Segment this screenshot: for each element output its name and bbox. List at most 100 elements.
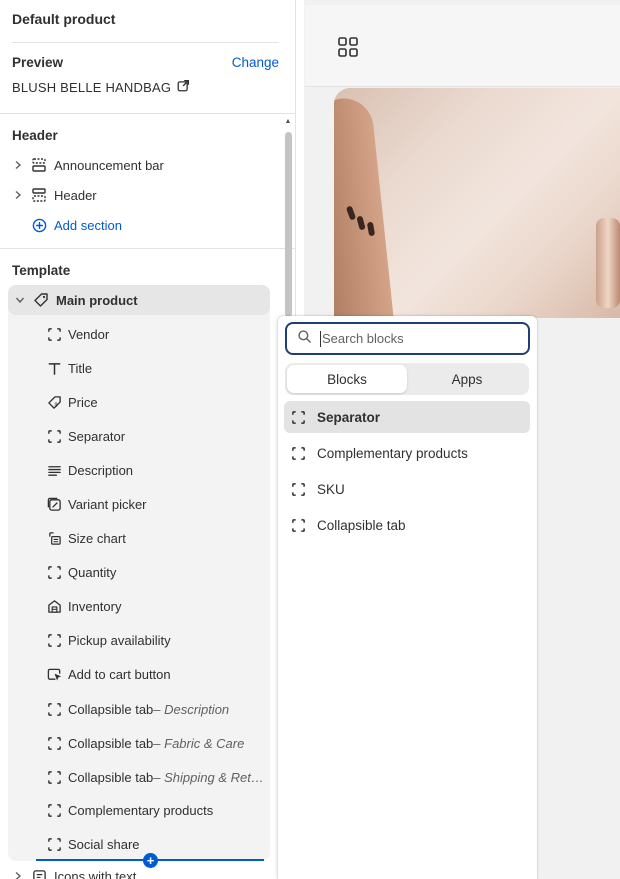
dashed-square-icon xyxy=(46,802,62,818)
product-tag-icon xyxy=(32,291,50,309)
block-label: Separator xyxy=(68,428,126,444)
text-block-icon xyxy=(30,867,48,879)
grid-menu-icon[interactable] xyxy=(337,36,359,63)
block-quantity[interactable]: Quantity xyxy=(46,558,116,586)
section-layout-icon xyxy=(30,156,48,174)
block-vendor[interactable]: Vendor xyxy=(46,320,109,348)
block-size-chart[interactable]: Size chart xyxy=(46,524,126,552)
block-option-complementary-products[interactable]: Complementary products xyxy=(284,437,530,469)
block-label: Complementary products xyxy=(68,802,214,818)
block-description[interactable]: Description xyxy=(46,456,133,484)
inventory-icon xyxy=(46,598,62,614)
text-caret xyxy=(320,330,321,347)
dashed-square-icon xyxy=(290,409,306,425)
header-group-title: Header xyxy=(12,128,58,143)
block-collapsible-tab-shipping[interactable]: Collapsible tab – Shipping & Ret… xyxy=(46,763,264,791)
block-label-suffix: – Description xyxy=(153,701,230,717)
block-add-to-cart[interactable]: Add to cart button xyxy=(46,660,171,688)
section-icons-with-text[interactable]: Icons with text xyxy=(10,862,136,879)
theme-editor-sidebar: Default product Preview Change BLUSH BEL… xyxy=(0,0,296,879)
block-complementary-products[interactable]: Complementary products xyxy=(46,796,213,824)
divider xyxy=(0,113,295,114)
external-link-icon xyxy=(177,79,190,95)
block-label-suffix: – Shipping & Ret… xyxy=(153,769,264,785)
block-label: Collapsible tab xyxy=(68,701,154,717)
chevron-right-icon[interactable] xyxy=(10,160,26,170)
dashed-square-icon xyxy=(46,632,62,648)
product-hero-image xyxy=(334,88,620,318)
preview-label: Preview xyxy=(12,55,64,70)
chevron-right-icon[interactable] xyxy=(10,190,26,200)
dashed-square-icon xyxy=(46,564,62,580)
search-blocks-field[interactable] xyxy=(285,322,530,355)
block-option-separator[interactable]: Separator xyxy=(284,401,530,433)
block-social-share[interactable]: Social share xyxy=(46,830,140,858)
tab-blocks[interactable]: Blocks xyxy=(287,365,407,393)
block-label-suffix: – Fabric & Care xyxy=(153,735,245,751)
size-chart-icon xyxy=(46,530,62,546)
block-pickup-availability[interactable]: Pickup availability xyxy=(46,626,171,654)
block-separator[interactable]: Separator xyxy=(46,422,125,450)
option-label: Complementary products xyxy=(317,445,468,461)
insert-block-plus-icon[interactable]: + xyxy=(143,853,158,868)
section-label: Main product xyxy=(56,292,138,308)
block-label: Pickup availability xyxy=(68,632,171,648)
section-label: Announcement bar xyxy=(54,157,164,173)
dashed-square-icon xyxy=(290,481,306,497)
section-label: Icons with text xyxy=(54,868,137,879)
section-main-product[interactable]: Main product xyxy=(8,285,270,315)
block-title[interactable]: Title xyxy=(46,354,92,382)
search-blocks-input[interactable] xyxy=(322,331,502,346)
block-inventory[interactable]: Inventory xyxy=(46,592,121,620)
block-variant-picker[interactable]: Variant picker xyxy=(46,490,147,518)
chevron-right-icon[interactable] xyxy=(10,871,26,879)
variant-icon xyxy=(46,496,62,512)
block-label: Quantity xyxy=(68,564,117,580)
sidebar-scrollbar-thumb[interactable] xyxy=(285,132,292,317)
section-header[interactable]: Header xyxy=(10,181,97,209)
page-title: Default product xyxy=(12,11,116,27)
search-icon xyxy=(297,329,312,349)
preview-product-link[interactable]: BLUSH BELLE HANDBAG xyxy=(12,79,190,95)
dashed-square-icon xyxy=(46,769,62,785)
dashed-square-icon xyxy=(46,428,62,444)
hero-image-shape xyxy=(596,218,620,308)
section-label: Header xyxy=(54,187,97,203)
dashed-square-icon xyxy=(290,517,306,533)
block-label: Description xyxy=(68,462,134,478)
add-section-label: Add section xyxy=(54,217,122,233)
block-label: Inventory xyxy=(68,598,122,614)
block-option-collapsible-tab[interactable]: Collapsible tab xyxy=(284,509,530,541)
block-label: Variant picker xyxy=(68,496,147,512)
chevron-down-icon[interactable] xyxy=(12,295,28,305)
block-price[interactable]: $ Price xyxy=(46,388,98,416)
block-label: Social share xyxy=(68,836,140,852)
text-icon xyxy=(46,360,62,376)
cursor-button-icon xyxy=(46,666,62,682)
block-collapsible-tab-fabric[interactable]: Collapsible tab – Fabric & Care xyxy=(46,729,244,757)
section-layout-icon xyxy=(30,186,48,204)
block-label: Vendor xyxy=(68,326,110,342)
preview-product-name: BLUSH BELLE HANDBAG xyxy=(12,79,172,95)
price-tag-icon: $ xyxy=(46,394,62,410)
dashed-square-icon xyxy=(46,326,62,342)
block-label: Size chart xyxy=(68,530,126,546)
section-announcement-bar[interactable]: Announcement bar xyxy=(10,151,164,179)
block-collapsible-tab-description[interactable]: Collapsible tab – Description xyxy=(46,695,229,723)
divider xyxy=(12,42,279,43)
dashed-square-icon xyxy=(46,701,62,717)
block-label: Title xyxy=(68,360,93,376)
dashed-square-icon xyxy=(290,445,306,461)
option-label: Separator xyxy=(317,409,381,425)
change-preview-link[interactable]: Change xyxy=(232,55,279,70)
template-group-title: Template xyxy=(12,263,71,278)
dashed-square-icon xyxy=(46,735,62,751)
add-section-button[interactable]: Add section xyxy=(10,211,122,239)
tab-apps[interactable]: Apps xyxy=(407,365,527,393)
plus-circle-icon xyxy=(30,216,48,234)
hero-image-shape xyxy=(334,95,398,318)
block-option-sku[interactable]: SKU xyxy=(284,473,530,505)
option-label: SKU xyxy=(317,481,345,497)
block-label: Price xyxy=(68,394,98,410)
scroll-up-arrow-icon[interactable]: ▲ xyxy=(284,118,292,125)
